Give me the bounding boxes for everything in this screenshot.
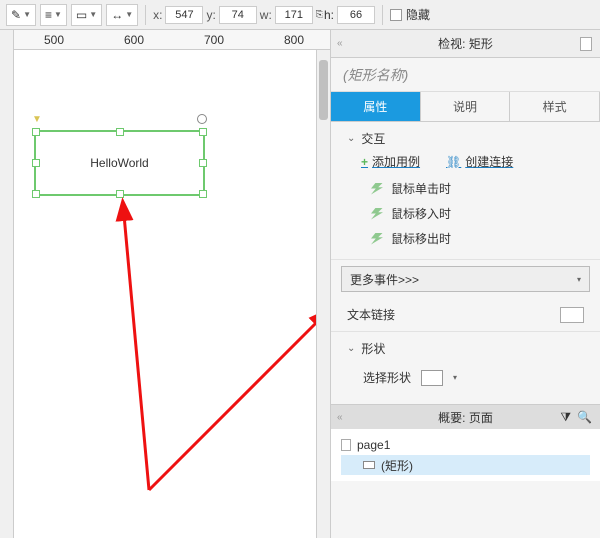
outline-tree: page1 (矩形): [331, 429, 600, 481]
rotate-handle[interactable]: [197, 114, 207, 124]
annotation-arrows: [14, 50, 330, 538]
border-icon: ▭: [76, 8, 87, 22]
scrollbar-thumb[interactable]: [319, 60, 328, 120]
chevron-down-icon: ▼: [89, 10, 97, 19]
bolt-icon: [371, 183, 383, 195]
shape-text: HelloWorld: [90, 156, 148, 170]
chevron-down-icon: ▼: [23, 10, 31, 19]
section-heading[interactable]: ⌄ 交互: [347, 130, 584, 147]
text-link-row: 文本链接: [331, 298, 600, 332]
page-icon: [341, 439, 351, 451]
y-label: y:: [206, 8, 215, 22]
event-click[interactable]: 鼠标单击时: [347, 176, 584, 201]
w-input[interactable]: [275, 6, 313, 24]
vertical-scrollbar[interactable]: [316, 50, 330, 538]
left-rail: [0, 30, 14, 538]
main-area: 500 600 700 800 ▼ HelloWorld: [0, 30, 600, 538]
resize-handle[interactable]: [199, 190, 207, 198]
lock-icon: ⎘: [316, 9, 323, 20]
pencil-icon: ✎: [11, 8, 21, 22]
chevron-down-icon[interactable]: ▾: [453, 373, 457, 382]
inspector-panel: « 检视: 矩形 (矩形名称) 属性 说明 样式 ⌄ 交互 +添加用例 ⛓创建连…: [330, 30, 600, 538]
collapse-icon[interactable]: «: [337, 38, 343, 49]
interaction-links: +添加用例 ⛓创建连接: [347, 153, 584, 170]
canvas[interactable]: ▼ HelloWorld: [14, 50, 330, 538]
panel-title: 检视: 矩形: [438, 35, 493, 52]
separator: [145, 5, 146, 25]
hide-checkbox[interactable]: [390, 9, 402, 21]
add-case-link[interactable]: +添加用例: [361, 153, 420, 170]
text-link-label: 文本链接: [347, 306, 395, 323]
bolt-icon: [371, 208, 383, 220]
x-input[interactable]: [165, 6, 203, 24]
create-link[interactable]: ⛓创建连接: [446, 153, 513, 170]
event-mouseover[interactable]: 鼠标移入时: [347, 201, 584, 226]
border-style[interactable]: ▭▼: [71, 4, 102, 26]
panel-tabs: 属性 说明 样式: [331, 92, 600, 122]
tree-page[interactable]: page1: [341, 435, 590, 455]
arrow-style[interactable]: ↔▼: [106, 4, 138, 26]
tab-properties[interactable]: 属性: [331, 92, 421, 121]
bolt-icon: [371, 233, 383, 245]
tab-notes[interactable]: 说明: [421, 92, 511, 121]
resize-handle[interactable]: [116, 190, 124, 198]
outline-header: « 概要: 页面 ⧩ 🔍: [331, 405, 600, 429]
ruler-tick: 500: [44, 33, 64, 47]
resize-handle[interactable]: [32, 159, 40, 167]
h-input[interactable]: [337, 6, 375, 24]
shape-name-placeholder: (矩形名称): [343, 65, 408, 85]
ruler-horizontal: 500 600 700 800: [14, 30, 330, 50]
outline-title: 概要: 页面: [438, 409, 493, 426]
pencil-tool[interactable]: ✎▼: [6, 4, 36, 26]
text-link-button[interactable]: [560, 307, 584, 323]
shape-select-row: 选择形状 ▾: [347, 363, 584, 396]
line-icon: ≡: [45, 8, 52, 22]
canvas-wrap: 500 600 700 800 ▼ HelloWorld: [14, 30, 330, 538]
ruler-tick: 800: [284, 33, 304, 47]
resize-handle[interactable]: [32, 190, 40, 198]
event-mouseout[interactable]: 鼠标移出时: [347, 226, 584, 251]
chevron-down-icon: ▼: [54, 10, 62, 19]
chevron-down-icon: ▾: [577, 275, 581, 284]
search-icon[interactable]: 🔍: [577, 410, 592, 425]
arrow-icon: ↔: [111, 8, 123, 22]
x-label: x:: [153, 8, 162, 22]
resize-handle[interactable]: [199, 159, 207, 167]
resize-handle[interactable]: [116, 128, 124, 136]
resize-handle[interactable]: [32, 128, 40, 136]
chevron-down-icon: ⌄: [347, 343, 355, 354]
chevron-down-icon: ▼: [125, 10, 133, 19]
h-label: ⎘h:: [316, 8, 334, 22]
y-input[interactable]: [219, 6, 257, 24]
section-heading[interactable]: ⌄ 形状: [347, 340, 584, 357]
ruler-tick: 600: [124, 33, 144, 47]
plus-icon: +: [361, 155, 368, 169]
rect-icon: [363, 461, 375, 469]
shape-swatch[interactable]: [421, 370, 443, 386]
resize-handle[interactable]: [199, 128, 207, 136]
selected-shape[interactable]: ▼ HelloWorld: [34, 130, 205, 196]
ruler-tick: 700: [204, 33, 224, 47]
separator: [382, 5, 383, 25]
anchor-icon: ▼: [32, 114, 42, 125]
tree-item-selected[interactable]: (矩形): [341, 455, 590, 475]
chevron-down-icon: ⌄: [347, 133, 355, 144]
panel-header: « 检视: 矩形: [331, 30, 600, 58]
shape-select-label: 选择形状: [363, 369, 411, 386]
hide-label: 隐藏: [406, 6, 430, 23]
shape-name-row[interactable]: (矩形名称): [331, 58, 600, 92]
doc-icon[interactable]: [580, 37, 592, 51]
shape-section: ⌄ 形状 选择形状 ▾: [331, 332, 600, 404]
w-label: w:: [260, 8, 272, 22]
collapse-icon[interactable]: «: [337, 412, 343, 423]
tab-style[interactable]: 样式: [510, 92, 600, 121]
outline-panel: « 概要: 页面 ⧩ 🔍 page1 (矩形): [331, 404, 600, 481]
more-events-dropdown[interactable]: 更多事件>>> ▾: [341, 266, 590, 292]
filter-icon[interactable]: ⧩: [560, 410, 571, 425]
interaction-section: ⌄ 交互 +添加用例 ⛓创建连接 鼠标单击时 鼠标移入时 鼠标移出时: [331, 122, 600, 260]
position-controls: x: y: w: ⎘h:: [153, 6, 375, 24]
line-style[interactable]: ≡▼: [40, 4, 67, 26]
top-toolbar: ✎▼ ≡▼ ▭▼ ↔▼ x: y: w: ⎘h: 隐藏: [0, 0, 600, 30]
link-icon: ⛓: [446, 155, 461, 169]
